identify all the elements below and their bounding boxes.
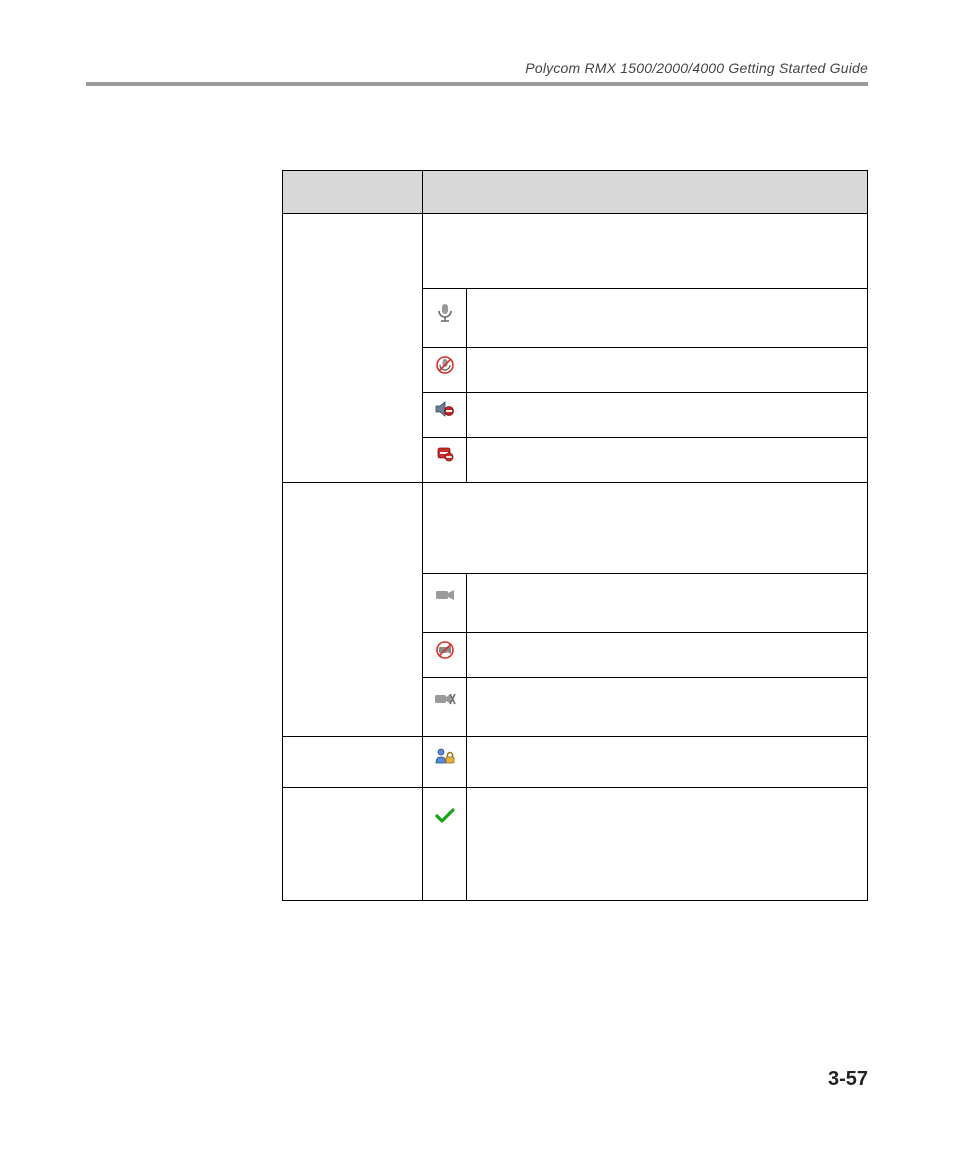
camera-muted-icon-cell <box>423 633 467 678</box>
audio-intro-row <box>283 214 868 289</box>
header-description <box>423 171 868 214</box>
participant-encrypted-icon <box>435 747 455 765</box>
fec-row <box>283 788 868 901</box>
camera-desc-cell <box>467 574 868 633</box>
camera-suspended-desc-cell <box>467 678 868 737</box>
speaker-blocked-icon-cell <box>423 393 467 438</box>
mic-icon-cell <box>423 289 467 348</box>
camera-muted-desc-cell <box>467 633 868 678</box>
table-header-row <box>283 171 868 214</box>
microphone-muted-icon <box>436 356 454 374</box>
camera-muted-icon <box>436 641 454 659</box>
microphone-icon <box>437 303 453 323</box>
video-intro-row <box>283 483 868 574</box>
page: Polycom RMX 1500/2000/4000 Getting Start… <box>0 0 954 1155</box>
camera-icon-cell <box>423 574 467 633</box>
video-field-cell <box>283 483 423 737</box>
encrypted-icon-cell <box>423 737 467 788</box>
speaker-blocked-desc-cell <box>467 393 868 438</box>
mic-muted-desc-cell <box>467 348 868 393</box>
fec-field-cell <box>283 788 423 901</box>
audio-blocked-icon <box>436 446 454 462</box>
encrypted-desc-cell <box>467 737 868 788</box>
camera-suspended-icon-cell <box>423 678 467 737</box>
audio-blocked-icon-cell <box>423 438 467 483</box>
fec-icon-cell <box>423 788 467 901</box>
camera-suspended-icon <box>434 692 456 706</box>
audio-blocked-desc-cell <box>467 438 868 483</box>
speaker-blocked-icon <box>435 401 455 417</box>
mic-desc-cell <box>467 289 868 348</box>
running-header: Polycom RMX 1500/2000/4000 Getting Start… <box>86 60 868 76</box>
audio-field-cell <box>283 214 423 483</box>
fec-desc-cell <box>467 788 868 901</box>
mic-muted-icon-cell <box>423 348 467 393</box>
audio-intro-cell <box>423 214 868 289</box>
header-field <box>283 171 423 214</box>
video-intro-cell <box>423 483 868 574</box>
indicators-table <box>282 170 868 901</box>
encryption-field-cell <box>283 737 423 788</box>
header-rule <box>86 82 868 86</box>
encryption-row <box>283 737 868 788</box>
checkmark-icon <box>435 808 455 824</box>
page-number: 3-57 <box>828 1068 868 1091</box>
camera-icon <box>435 588 455 602</box>
